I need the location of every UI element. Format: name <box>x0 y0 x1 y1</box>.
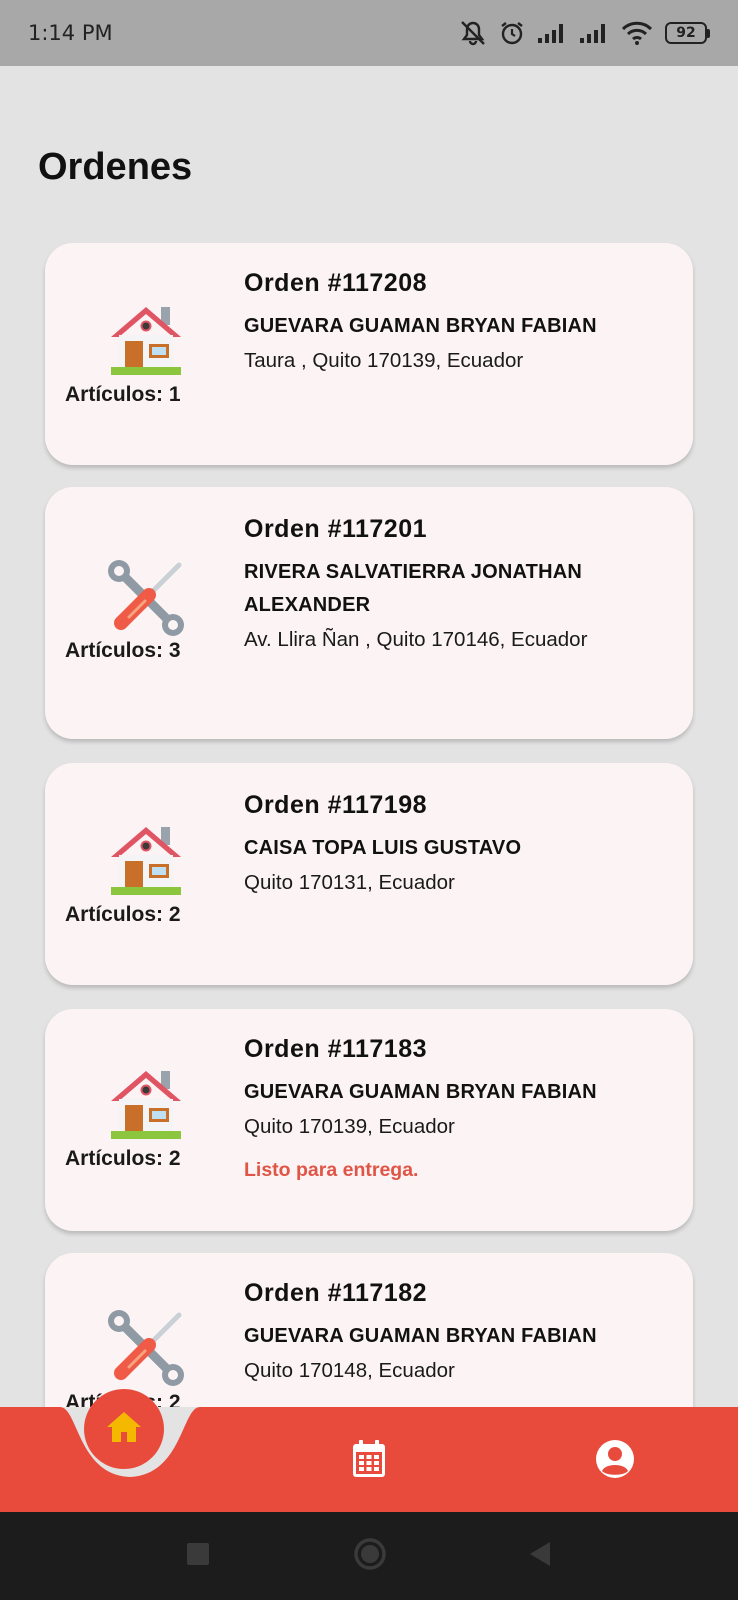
wifi-icon <box>621 21 653 45</box>
order-details: Orden #117183 GUEVARA GUAMAN BRYAN FABIA… <box>244 1035 669 1182</box>
status-icons: 92 <box>459 20 710 46</box>
items-count: Artículos: 1 <box>65 383 181 406</box>
nav-profile-button[interactable] <box>590 1436 640 1486</box>
order-card[interactable]: Artículos: 3 Orden #117201 RIVERA SALVAT… <box>45 487 693 739</box>
house-icon <box>107 821 185 899</box>
page-title: Ordenes <box>38 146 193 188</box>
order-title: Orden #117201 <box>244 515 428 543</box>
home-system-button[interactable] <box>348 1512 392 1600</box>
customer-name: RIVERA SALVATIERRA JONATHAN ALEXANDER <box>244 561 582 616</box>
order-address: Av. Llira Ñan , Quito 170146, Ecuador <box>244 628 588 651</box>
order-details: Orden #117208 GUEVARA GUAMAN BRYAN FABIA… <box>244 269 669 373</box>
order-card[interactable]: Artículos: 2 Orden #117183 GUEVARA GUAMA… <box>45 1009 693 1231</box>
order-address: Taura , Quito 170139, Ecuador <box>244 349 524 372</box>
signal-icon <box>537 22 567 44</box>
customer-name: CAISA TOPA LUIS GUSTAVO <box>244 837 522 859</box>
status-time: 1:14 PM <box>28 21 113 45</box>
battery-icon: 92 <box>665 22 710 44</box>
customer-name: GUEVARA GUAMAN BRYAN FABIAN <box>244 315 597 337</box>
house-icon <box>107 301 185 379</box>
order-card[interactable]: Artículos: 1 Orden #117208 GUEVARA GUAMA… <box>45 243 693 465</box>
status-bar: 1:14 PM 92 <box>0 0 738 66</box>
system-nav-bar <box>0 1512 738 1600</box>
order-details: Orden #117198 CAISA TOPA LUIS GUSTAVO Qu… <box>244 791 669 895</box>
items-count: Artículos: 3 <box>65 639 181 662</box>
tools-icon <box>107 1309 185 1387</box>
order-details: Orden #117182 GUEVARA GUAMAN BRYAN FABIA… <box>244 1279 669 1383</box>
signal-icon <box>579 22 609 44</box>
items-count: Artículos: 2 <box>65 1147 181 1170</box>
order-title: Orden #117208 <box>244 269 428 297</box>
order-address: Quito 170148, Ecuador <box>244 1359 455 1382</box>
items-count: Artículos: 2 <box>65 903 181 926</box>
order-status: Listo para entrega. <box>244 1159 419 1181</box>
battery-level: 92 <box>665 22 707 44</box>
alarm-icon <box>499 20 525 46</box>
customer-name: GUEVARA GUAMAN BRYAN FABIAN <box>244 1325 597 1347</box>
order-address: Quito 170139, Ecuador <box>244 1115 455 1138</box>
order-title: Orden #117183 <box>244 1035 428 1063</box>
order-title: Orden #117198 <box>244 791 428 819</box>
order-card[interactable]: Artículos: 2 Orden #117198 CAISA TOPA LU… <box>45 763 693 985</box>
tools-icon <box>107 559 185 637</box>
nav-home-button[interactable] <box>84 1389 164 1469</box>
home-icon <box>105 1410 143 1449</box>
recents-button[interactable] <box>176 1512 220 1600</box>
nav-calendar-button[interactable] <box>344 1436 394 1486</box>
order-details: Orden #117201 RIVERA SALVATIERRA JONATHA… <box>244 515 669 652</box>
back-triangle-icon <box>528 1541 552 1572</box>
order-title: Orden #117182 <box>244 1279 428 1307</box>
calendar-icon <box>351 1439 387 1484</box>
back-button[interactable] <box>518 1512 562 1600</box>
circle-icon <box>353 1537 387 1576</box>
square-icon <box>187 1542 209 1570</box>
profile-icon <box>595 1439 635 1484</box>
order-address: Quito 170131, Ecuador <box>244 871 455 894</box>
house-icon <box>107 1065 185 1143</box>
customer-name: GUEVARA GUAMAN BRYAN FABIAN <box>244 1081 597 1103</box>
mute-icon <box>459 20 487 46</box>
